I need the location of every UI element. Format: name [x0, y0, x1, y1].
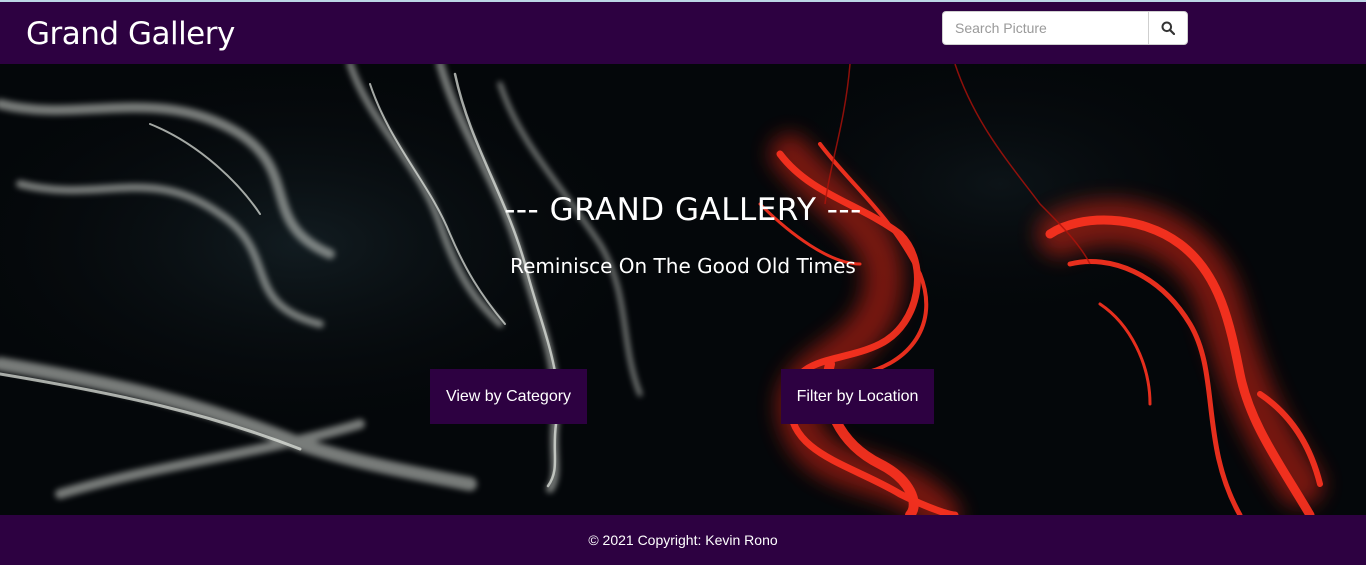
- search-button[interactable]: [1148, 11, 1188, 45]
- view-by-category-button[interactable]: View by Category: [430, 369, 587, 424]
- hero-title: --- GRAND GALLERY ---: [504, 192, 862, 228]
- search-form: [942, 11, 1188, 45]
- navbar: Grand Gallery: [0, 2, 1366, 64]
- search-input[interactable]: [942, 11, 1149, 45]
- brand-logo[interactable]: Grand Gallery: [26, 14, 235, 54]
- footer-copyright: © 2021 Copyright: Kevin Rono: [588, 532, 778, 548]
- footer: © 2021 Copyright: Kevin Rono: [0, 515, 1366, 565]
- hero-banner: --- GRAND GALLERY --- Reminisce On The G…: [0, 64, 1366, 515]
- search-icon: [1161, 21, 1176, 35]
- hero-subtitle: Reminisce On The Good Old Times: [510, 254, 856, 278]
- hero-background-image: [0, 64, 1366, 515]
- filter-by-location-button[interactable]: Filter by Location: [781, 369, 934, 424]
